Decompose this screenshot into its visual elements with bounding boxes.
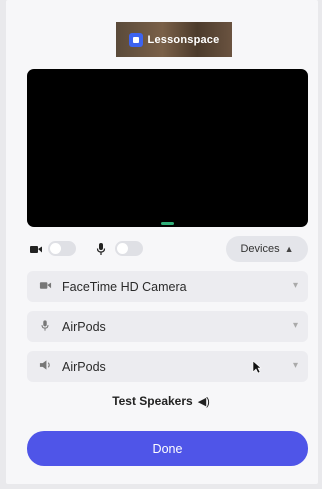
test-speakers-label: Test Speakers	[112, 394, 193, 408]
camera-toggle[interactable]	[48, 241, 76, 256]
video-camera-icon	[29, 242, 43, 256]
devices-button-label: Devices	[240, 243, 280, 255]
video-camera-icon	[38, 279, 52, 294]
test-speakers-button[interactable]: Test Speakers ◀)	[0, 394, 322, 408]
speaker-select-value: AirPods	[62, 359, 106, 374]
microphone-icon	[38, 319, 52, 335]
lessonspace-logo: Lessonspace	[116, 22, 232, 57]
video-preview	[27, 69, 308, 227]
speaker-icon	[38, 359, 52, 374]
chevron-down-icon: ▾	[292, 360, 298, 371]
microphone-select[interactable]: AirPods ▾	[27, 311, 308, 342]
microphone-toggle[interactable]	[115, 241, 143, 256]
camera-select-value: FaceTime HD Camera	[62, 279, 187, 294]
chevron-down-icon: ▾	[292, 320, 298, 331]
chevron-down-icon: ▾	[292, 280, 298, 291]
devices-button[interactable]: Devices ▲	[226, 236, 308, 262]
mouse-pointer-icon	[252, 360, 262, 377]
chevron-up-icon: ▲	[284, 244, 294, 254]
speaker-icon: ◀)	[197, 396, 210, 408]
logo-text: Lessonspace	[147, 33, 220, 46]
lessonspace-logo-mark-icon	[128, 32, 143, 47]
microphone-icon	[94, 242, 108, 256]
done-button[interactable]: Done	[27, 431, 308, 466]
media-controls: Devices ▲	[27, 236, 308, 262]
video-activity-indicator	[161, 222, 174, 225]
microphone-select-value: AirPods	[62, 319, 106, 334]
speaker-select[interactable]: AirPods ▾	[27, 351, 308, 382]
camera-select[interactable]: FaceTime HD Camera ▾	[27, 271, 308, 302]
